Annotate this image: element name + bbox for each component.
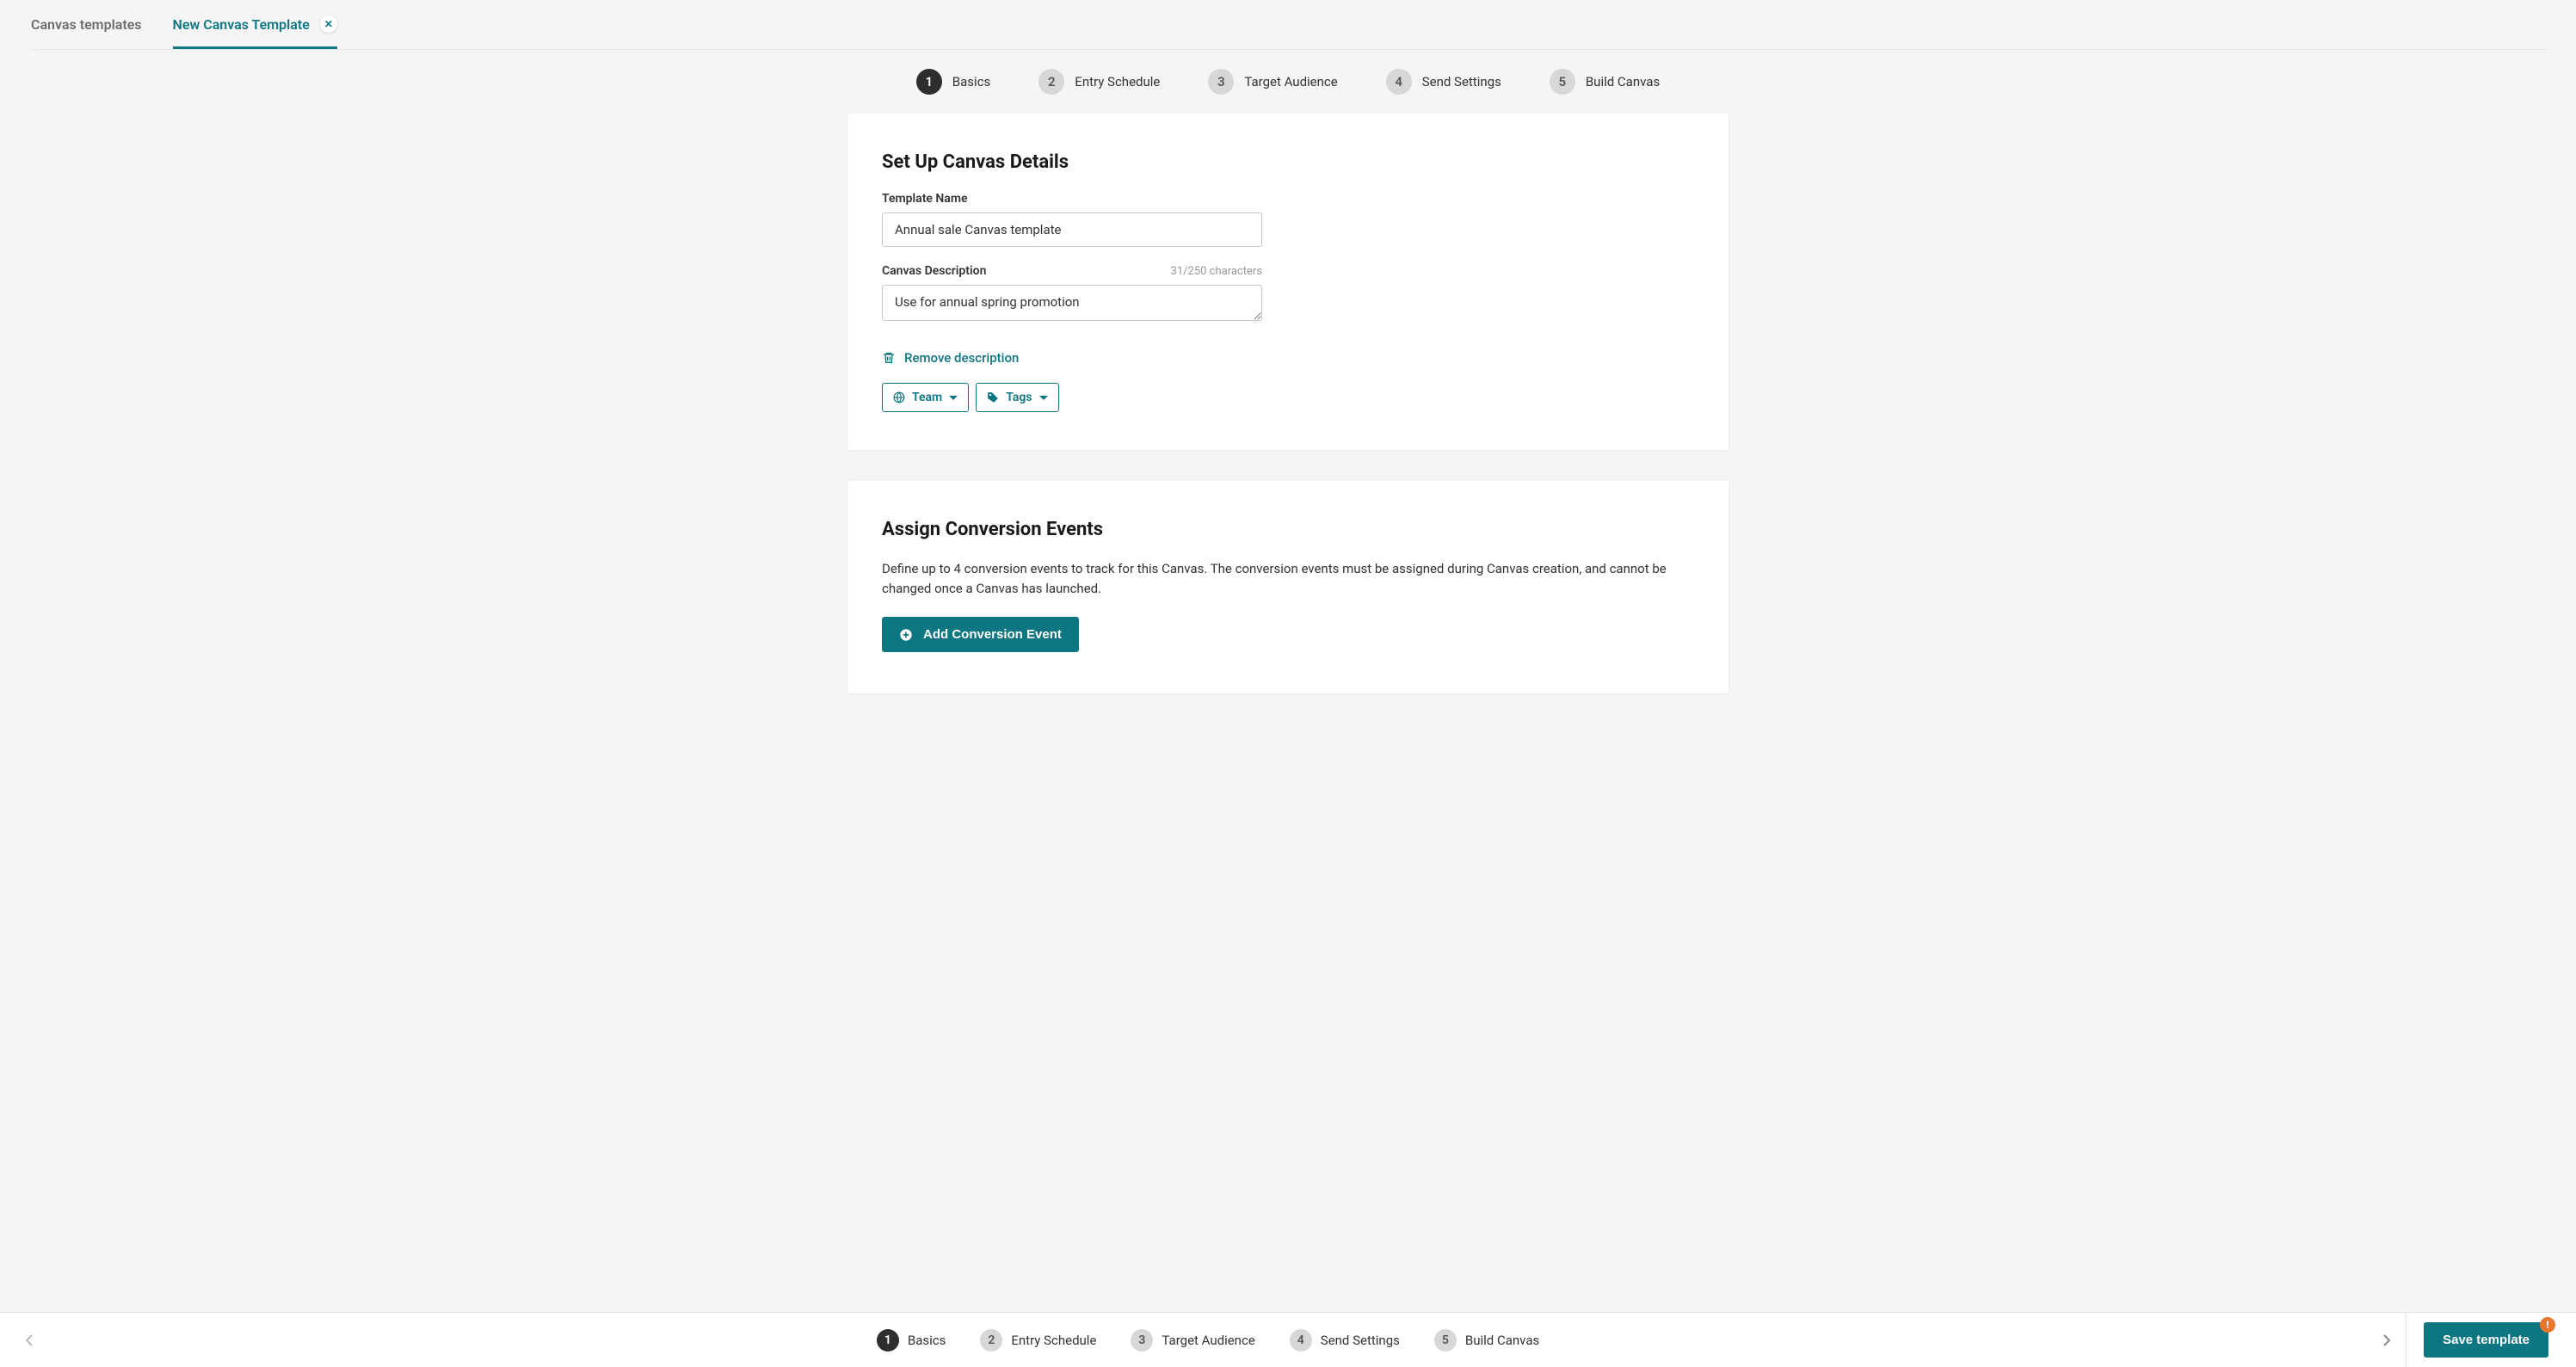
step-label: Entry Schedule bbox=[1075, 74, 1160, 89]
footer-step-send-settings[interactable]: 4 Send Settings bbox=[1290, 1329, 1400, 1352]
team-dropdown[interactable]: Team bbox=[882, 383, 969, 412]
remove-description-label: Remove description bbox=[904, 350, 1019, 366]
tag-icon bbox=[987, 391, 999, 403]
template-name-field: Template Name bbox=[882, 192, 1262, 247]
remove-description-button[interactable]: Remove description bbox=[882, 347, 1019, 369]
tags-label: Tags bbox=[1006, 391, 1032, 404]
tab-new-canvas-template[interactable]: New Canvas Template ✕ bbox=[173, 0, 337, 49]
step-send-settings[interactable]: 4 Send Settings bbox=[1386, 69, 1501, 95]
step-label: Send Settings bbox=[1321, 1333, 1400, 1348]
tab-label: Canvas templates bbox=[31, 16, 142, 33]
card-heading: Set Up Canvas Details bbox=[882, 151, 1694, 173]
step-label: Build Canvas bbox=[1465, 1333, 1539, 1348]
footer-prev-button[interactable] bbox=[10, 1333, 48, 1347]
step-label: Target Audience bbox=[1162, 1333, 1254, 1348]
char-count: 31/250 characters bbox=[1171, 265, 1262, 278]
step-label: Target Audience bbox=[1244, 74, 1337, 89]
footer-bar: 1 Basics 2 Entry Schedule 3 Target Audie… bbox=[0, 1312, 2576, 1367]
step-basics[interactable]: 1 Basics bbox=[916, 69, 991, 95]
close-tab-icon[interactable]: ✕ bbox=[320, 15, 337, 33]
plus-circle-icon bbox=[899, 628, 913, 642]
footer-step-build-canvas[interactable]: 5 Build Canvas bbox=[1434, 1329, 1539, 1352]
step-label: Basics bbox=[952, 74, 991, 89]
step-target-audience[interactable]: 3 Target Audience bbox=[1208, 69, 1337, 95]
step-number: 4 bbox=[1290, 1329, 1312, 1352]
conversion-events-card: Assign Conversion Events Define up to 4 … bbox=[847, 481, 1729, 693]
tab-label: New Canvas Template bbox=[173, 16, 310, 33]
save-template-button[interactable]: Save template bbox=[2424, 1322, 2548, 1358]
footer-step-entry-schedule[interactable]: 2 Entry Schedule bbox=[980, 1329, 1096, 1352]
step-build-canvas[interactable]: 5 Build Canvas bbox=[1550, 69, 1660, 95]
canvas-description-label: Canvas Description bbox=[882, 264, 986, 278]
top-tabs: Canvas templates New Canvas Template ✕ bbox=[31, 0, 2545, 50]
step-number: 3 bbox=[1208, 69, 1234, 95]
warning-badge-icon: ! bbox=[2540, 1317, 2555, 1333]
chevron-down-icon bbox=[949, 396, 958, 400]
canvas-details-card: Set Up Canvas Details Template Name Canv… bbox=[847, 114, 1729, 450]
footer-stepper: 1 Basics 2 Entry Schedule 3 Target Audie… bbox=[48, 1329, 2368, 1352]
canvas-description-field: Canvas Description 31/250 characters bbox=[882, 264, 1262, 324]
conversion-description: Define up to 4 conversion events to trac… bbox=[882, 559, 1673, 598]
step-number: 4 bbox=[1386, 69, 1412, 95]
step-number: 1 bbox=[877, 1329, 899, 1352]
tags-dropdown[interactable]: Tags bbox=[976, 383, 1058, 412]
step-label: Build Canvas bbox=[1586, 74, 1660, 89]
footer-step-target-audience[interactable]: 3 Target Audience bbox=[1131, 1329, 1254, 1352]
tab-canvas-templates[interactable]: Canvas templates bbox=[31, 1, 142, 49]
wizard-stepper: 1 Basics 2 Entry Schedule 3 Target Audie… bbox=[31, 50, 2545, 114]
step-label: Entry Schedule bbox=[1011, 1333, 1096, 1348]
template-name-label: Template Name bbox=[882, 192, 968, 206]
footer-next-button[interactable] bbox=[2368, 1333, 2406, 1347]
add-conversion-event-label: Add Conversion Event bbox=[923, 627, 1062, 642]
step-number: 2 bbox=[1038, 69, 1064, 95]
step-number: 3 bbox=[1131, 1329, 1153, 1352]
add-conversion-event-button[interactable]: Add Conversion Event bbox=[882, 617, 1079, 652]
step-number: 2 bbox=[980, 1329, 1002, 1352]
step-entry-schedule[interactable]: 2 Entry Schedule bbox=[1038, 69, 1160, 95]
canvas-description-input[interactable] bbox=[882, 285, 1262, 321]
footer-step-basics[interactable]: 1 Basics bbox=[877, 1329, 946, 1352]
card-heading: Assign Conversion Events bbox=[882, 519, 1694, 540]
step-number: 5 bbox=[1550, 69, 1575, 95]
step-number: 5 bbox=[1434, 1329, 1457, 1352]
chevron-down-icon bbox=[1039, 396, 1048, 400]
template-name-input[interactable] bbox=[882, 212, 1262, 247]
step-label: Send Settings bbox=[1422, 74, 1501, 89]
trash-icon bbox=[882, 351, 896, 365]
globe-icon bbox=[893, 391, 905, 403]
step-number: 1 bbox=[916, 69, 942, 95]
step-label: Basics bbox=[908, 1333, 946, 1348]
team-label: Team bbox=[912, 391, 942, 404]
